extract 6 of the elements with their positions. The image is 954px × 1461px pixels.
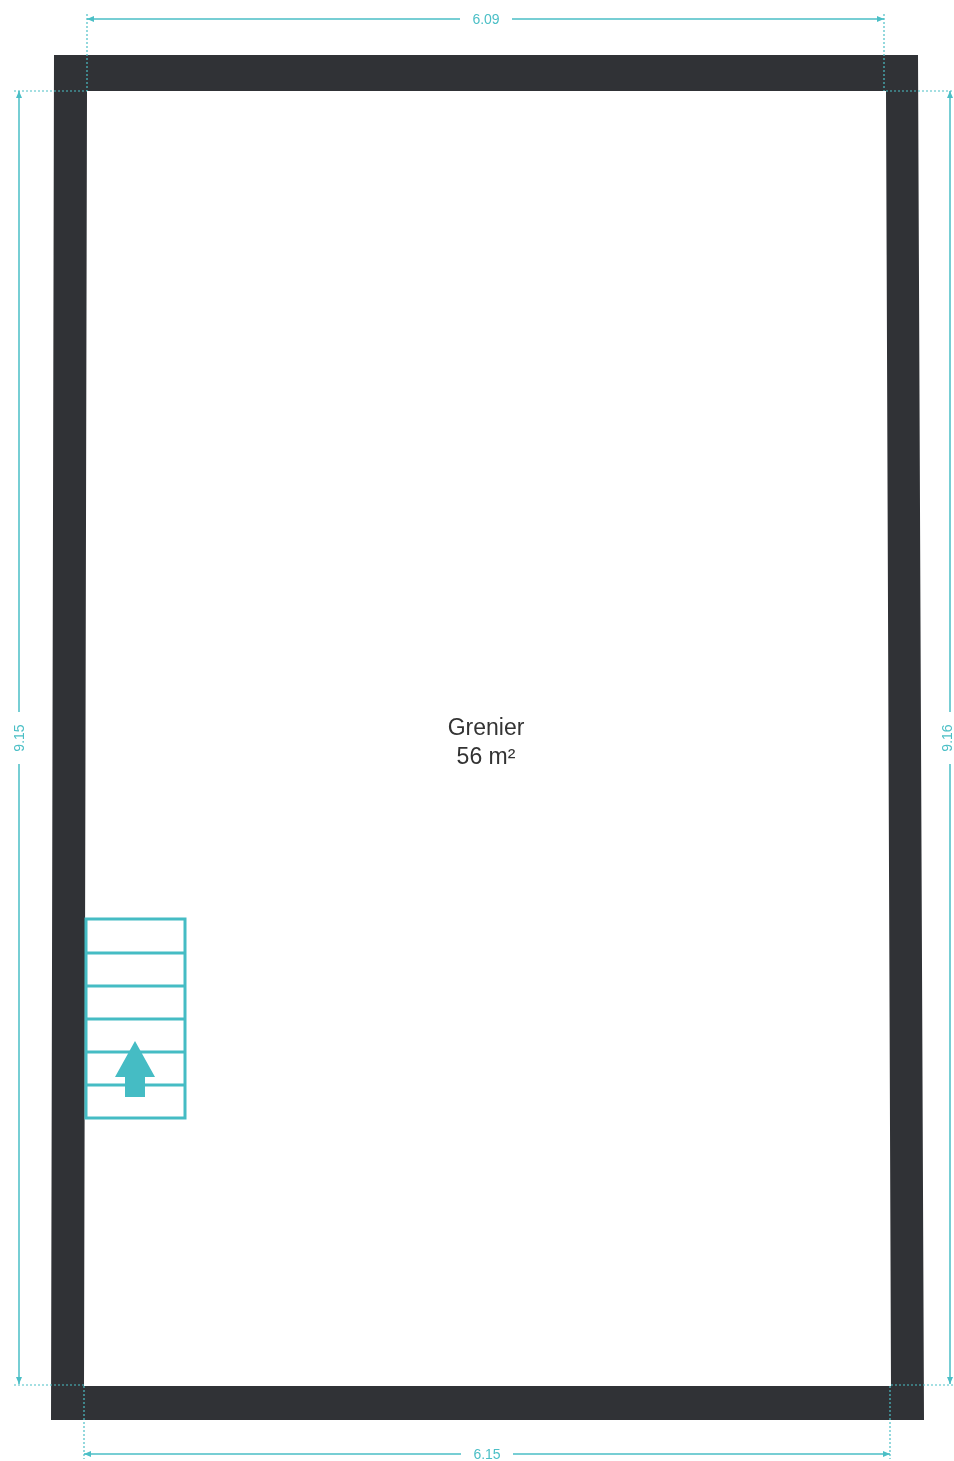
room-area: 56 m² (456, 743, 516, 769)
dimension-label: 9.16 (939, 724, 954, 752)
dimension-label: 9.15 (11, 724, 27, 752)
dimension-label: 6.09 (472, 11, 500, 27)
dimension-label: 6.15 (473, 1446, 501, 1461)
room-name: Grenier (447, 714, 525, 740)
